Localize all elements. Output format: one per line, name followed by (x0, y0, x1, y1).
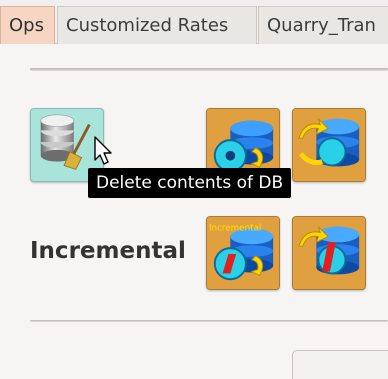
incremental-label: Incremental (30, 238, 186, 264)
mouse-cursor-icon (94, 136, 112, 165)
tab-quarry-tran[interactable]: Quarry_Tran (258, 6, 388, 44)
incremental-overlay-text: Incremental (209, 224, 261, 234)
incremental-import-button[interactable]: Incremental (206, 216, 280, 290)
tab-ops[interactable]: Ops (0, 6, 55, 44)
bottom-button[interactable] (292, 350, 388, 379)
separator-top (30, 68, 388, 71)
database-export-icon (293, 217, 365, 289)
full-export-button[interactable] (292, 108, 366, 182)
database-export-icon (293, 109, 365, 181)
database-sync-icon: Incremental (207, 217, 279, 289)
tab-customized-rates[interactable]: Customized Rates (57, 6, 257, 44)
incremental-export-button[interactable] (292, 216, 366, 290)
separator-bottom (30, 320, 388, 322)
tab-bar: Ops Customized Rates Quarry_Tran (0, 0, 388, 44)
delete-db-tooltip: Delete contents of DB (88, 168, 292, 198)
